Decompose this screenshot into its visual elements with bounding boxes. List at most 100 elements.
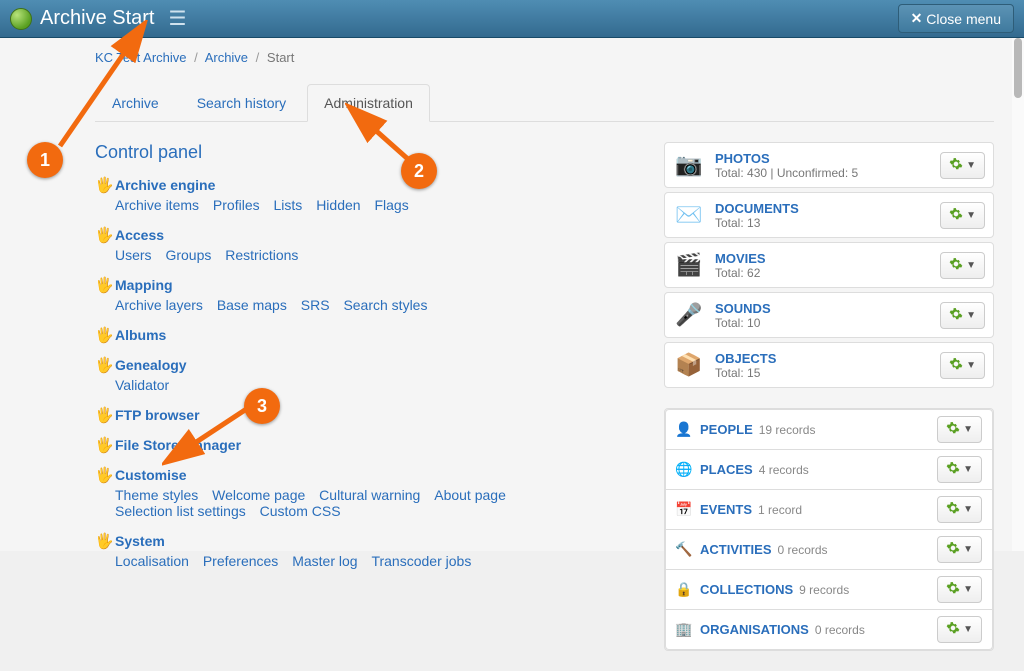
control-link[interactable]: Preferences [203,553,278,569]
control-link[interactable]: Lists [274,197,303,213]
close-icon: ✕ [911,10,923,27]
entity-row-count: 19 records [759,423,937,437]
clapper-icon: 🎬 [673,249,705,281]
app-title: Archive Start [40,7,154,30]
section-title-link[interactable]: File Store manager [115,437,241,453]
hand-icon: 🖐 [95,228,109,243]
control-link[interactable]: Hidden [316,197,360,213]
breadcrumb-archive[interactable]: Archive [205,50,248,65]
gear-icon [946,621,960,638]
section-title-link[interactable]: FTP browser [115,407,200,423]
box-icon: 📦 [673,349,705,381]
gear-dropdown-button[interactable]: ▼ [937,536,982,563]
breadcrumb: KC Test Archive / Archive / Start [95,50,994,65]
section-links: Archive layers Base maps SRS Search styl… [95,297,624,313]
entity-row: 🔨 ACTIVITIES 0 records ▼ [665,530,993,570]
gear-icon [949,257,963,274]
entity-row-title[interactable]: PLACES [700,462,753,477]
media-card-title[interactable]: DOCUMENTS [715,201,940,216]
gear-icon [946,501,960,518]
gear-dropdown-button[interactable]: ▼ [940,152,985,179]
chevron-down-icon: ▼ [963,504,973,515]
gear-dropdown-button[interactable]: ▼ [940,252,985,279]
chevron-down-icon: ▼ [966,310,976,321]
gear-dropdown-button[interactable]: ▼ [937,576,982,603]
control-section: 🖐 Access Users Groups Restrictions [95,227,624,263]
gear-dropdown-button[interactable]: ▼ [937,616,982,643]
control-section: 🖐 Archive engine Archive items Profiles … [95,177,624,213]
control-link[interactable]: Users [115,247,152,263]
control-link[interactable]: Cultural warning [319,487,420,503]
entity-row-title[interactable]: COLLECTIONS [700,582,793,597]
control-link[interactable]: SRS [301,297,330,313]
section-links: Validator [95,377,624,393]
control-link[interactable]: Theme styles [115,487,198,503]
tab-administration[interactable]: Administration [307,84,430,122]
control-link[interactable]: Search styles [343,297,427,313]
section-title-link[interactable]: Mapping [115,277,173,293]
section-title-link[interactable]: Customise [115,467,187,483]
media-card-subtitle: Total: 430 | Unconfirmed: 5 [715,166,940,180]
tab-search-history[interactable]: Search history [180,84,303,122]
chevron-down-icon: ▼ [963,544,973,555]
section-title-link[interactable]: Albums [115,327,166,343]
scrollbar[interactable] [1012,38,1024,551]
breadcrumb-archive-name[interactable]: KC Test Archive [95,50,187,65]
building-icon: 🏢 [676,622,692,638]
media-card-title[interactable]: PHOTOS [715,151,940,166]
scroll-thumb[interactable] [1014,38,1022,98]
entity-row-title[interactable]: ORGANISATIONS [700,622,809,637]
media-card: 📦 OBJECTS Total: 15 ▼ [664,342,994,388]
media-card-title[interactable]: OBJECTS [715,351,940,366]
control-link[interactable]: Archive layers [115,297,203,313]
media-card-title[interactable]: SOUNDS [715,301,940,316]
control-link[interactable]: Restrictions [225,247,298,263]
gear-dropdown-button[interactable]: ▼ [937,456,982,483]
gear-dropdown-button[interactable]: ▼ [940,202,985,229]
control-link[interactable]: Base maps [217,297,287,313]
gear-dropdown-button[interactable]: ▼ [937,496,982,523]
app-orb-icon[interactable] [10,8,32,30]
control-link[interactable]: Custom CSS [260,503,341,519]
entity-row-count: 9 records [799,583,937,597]
section-title-link[interactable]: Genealogy [115,357,187,373]
control-link[interactable]: Master log [292,553,357,569]
gear-dropdown-button[interactable]: ▼ [937,416,982,443]
control-link[interactable]: Selection list settings [115,503,246,519]
gear-dropdown-button[interactable]: ▼ [940,302,985,329]
entity-row: 🏢 ORGANISATIONS 0 records ▼ [665,610,993,650]
tab-archive[interactable]: Archive [95,84,176,122]
control-link[interactable]: Groups [165,247,211,263]
control-link[interactable]: Flags [374,197,408,213]
hand-icon: 🖐 [95,358,109,373]
hamburger-icon[interactable]: ☰ [162,6,192,31]
media-card: ✉️ DOCUMENTS Total: 13 ▼ [664,192,994,238]
control-link[interactable]: Welcome page [212,487,305,503]
section-title-link[interactable]: System [115,533,165,549]
control-link[interactable]: About page [434,487,506,503]
hand-icon: 🖐 [95,178,109,193]
media-card-title[interactable]: MOVIES [715,251,940,266]
entity-row-title[interactable]: PEOPLE [700,422,753,437]
control-link[interactable]: Profiles [213,197,260,213]
control-link[interactable]: Validator [115,377,169,393]
media-card-subtitle: Total: 62 [715,266,940,280]
entity-row-title[interactable]: EVENTS [700,502,752,517]
close-menu-button[interactable]: ✕ Close menu [898,4,1014,33]
section-title-link[interactable]: Archive engine [115,177,215,193]
entity-row-title[interactable]: ACTIVITIES [700,542,772,557]
control-section: 🖐 Mapping Archive layers Base maps SRS S… [95,277,624,313]
gear-dropdown-button[interactable]: ▼ [940,352,985,379]
entity-row-count: 0 records [815,623,937,637]
control-link[interactable]: Archive items [115,197,199,213]
chevron-down-icon: ▼ [963,424,973,435]
chevron-down-icon: ▼ [966,210,976,221]
right-panel: 📷 PHOTOS Total: 430 | Unconfirmed: 5 ▼ ✉… [664,142,994,671]
control-link[interactable]: Localisation [115,553,189,569]
control-panel-heading: Control panel [95,142,624,163]
padlock-icon: 🔒 [676,582,692,598]
hand-icon: 🖐 [95,278,109,293]
section-title-link[interactable]: Access [115,227,164,243]
annotation-3: 3 [244,388,280,424]
control-link[interactable]: Transcoder jobs [371,553,471,569]
